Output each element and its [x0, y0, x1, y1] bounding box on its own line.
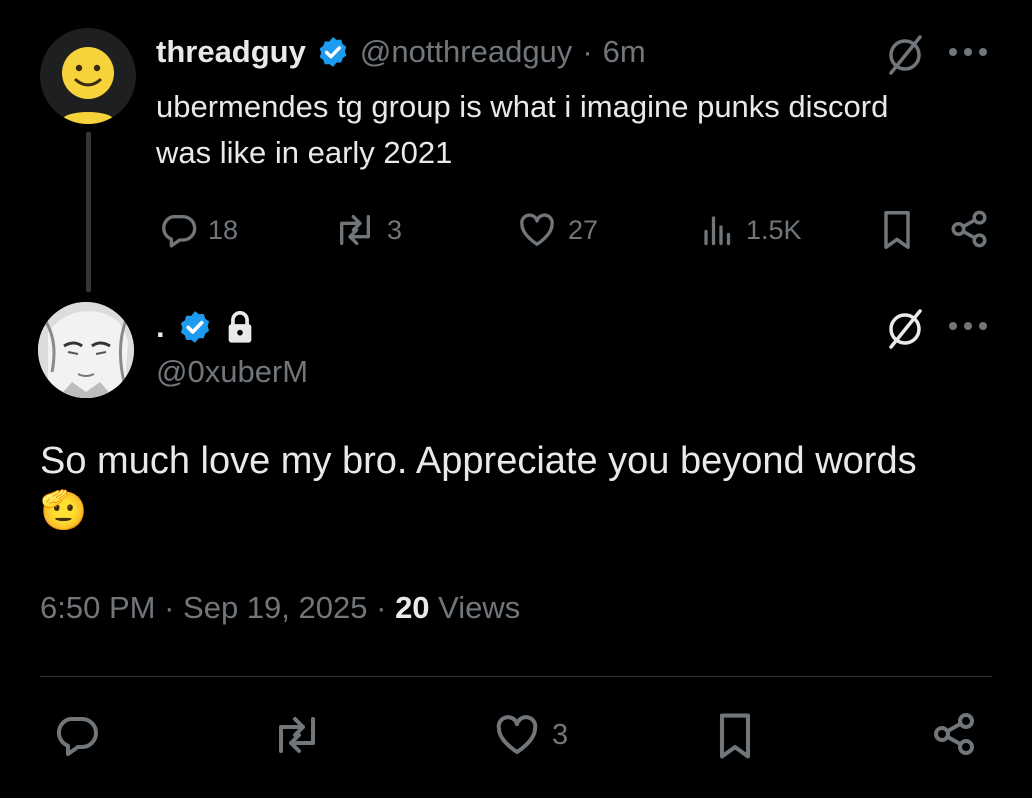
parent-avatar[interactable]: [40, 28, 136, 124]
reply-button[interactable]: [52, 705, 100, 765]
main-avatar[interactable]: [38, 302, 134, 398]
views-icon: [700, 210, 736, 250]
main-more-icon[interactable]: [945, 316, 991, 336]
main-display-name[interactable]: .: [156, 309, 165, 345]
parent-display-name[interactable]: threadguy: [156, 34, 306, 70]
main-tweet-text-block: So much love my bro. Appreciate you beyo…: [40, 436, 1000, 536]
bookmark-icon[interactable]: [712, 710, 758, 762]
grok-icon[interactable]: [882, 306, 928, 352]
parent-share-icon[interactable]: [948, 208, 990, 250]
thread-connector-line: [86, 132, 91, 292]
parent-time-ago[interactable]: 6m: [603, 34, 646, 70]
views-label: Views: [438, 590, 521, 625]
parent-views-count: 1.5K: [746, 214, 802, 245]
divider: [40, 676, 992, 677]
repost-button[interactable]: [270, 705, 324, 765]
parent-tweet-text: ubermendes tg group is what i imagine pu…: [156, 89, 889, 170]
share-icon[interactable]: [930, 710, 978, 758]
reply-icon: [158, 210, 198, 250]
grok-icon[interactable]: [882, 32, 928, 78]
parent-like-count: 27: [568, 214, 599, 245]
main-tweet-text: So much love my bro. Appreciate you beyo…: [40, 440, 917, 482]
main-handle[interactable]: @0xuberM: [156, 354, 308, 390]
main-tweet-header: .: [156, 304, 255, 350]
meta-separator-2: ·: [376, 590, 387, 625]
like-icon: [492, 711, 542, 759]
verified-badge-icon: [177, 309, 213, 345]
parent-tweet-header: threadguy @notthreadguy · 6m: [156, 30, 646, 74]
parent-repost-count: 3: [387, 214, 403, 245]
tweet-date[interactable]: Sep 19, 2025: [183, 590, 367, 625]
salute-emoji: 🫡: [40, 490, 88, 532]
tweet-time[interactable]: 6:50 PM: [40, 590, 155, 625]
tweet-meta: 6:50 PM · Sep 19, 2025 · 20 Views: [40, 590, 520, 626]
reply-icon: [52, 711, 100, 759]
meta-separator-1: ·: [164, 590, 175, 625]
parent-bookmark-icon[interactable]: [878, 208, 916, 252]
parent-more-icon[interactable]: [945, 42, 991, 62]
parent-repost-button[interactable]: 3: [333, 205, 402, 255]
parent-views-button[interactable]: 1.5K: [700, 205, 802, 255]
parent-like-button[interactable]: 27: [516, 205, 598, 255]
parent-reply-count: 18: [208, 214, 239, 245]
header-separator: ·: [582, 34, 593, 69]
repost-icon: [333, 210, 377, 250]
repost-icon: [270, 711, 324, 759]
like-button[interactable]: 3: [492, 705, 568, 765]
verified-badge-icon: [316, 35, 350, 69]
lock-icon: [225, 310, 255, 344]
like-count: 3: [552, 718, 569, 751]
parent-handle[interactable]: @notthreadguy: [360, 34, 572, 70]
parent-reply-button[interactable]: 18: [158, 205, 238, 255]
views-count: 20: [395, 590, 430, 625]
like-icon: [516, 210, 558, 250]
